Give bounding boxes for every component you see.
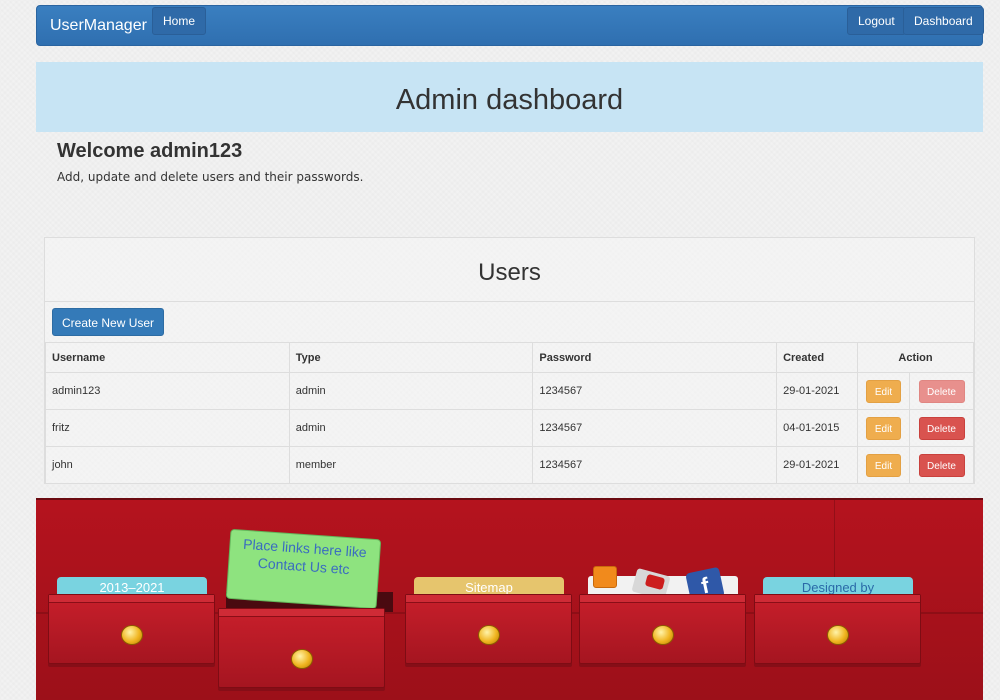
table-row: admin123 admin 1234567 29-01-2021 Edit D…: [45, 372, 974, 410]
users-panel-title: Users: [478, 259, 541, 286]
drawer: [754, 594, 921, 664]
column-header-password: Password: [532, 342, 778, 373]
drawer-knob: [652, 625, 674, 645]
drawer-knob: [121, 625, 143, 645]
users-panel: Users Create New User Username Type Pass…: [44, 237, 975, 484]
table-row: john member 1234567 29-01-2021 Edit Dele…: [45, 446, 974, 484]
column-header-action: Action: [857, 342, 974, 373]
page-title: Admin dashboard: [395, 84, 624, 116]
table-row: fritz admin 1234567 04-01-2015 Edit Dele…: [45, 409, 974, 447]
cell-type: member: [288, 446, 534, 484]
cell-created: 29-01-2021: [776, 446, 859, 484]
drawer-knob: [478, 625, 500, 645]
navbar: UserManager Home Logout Dashboard: [36, 5, 984, 46]
brand-link[interactable]: UserManager: [50, 17, 147, 35]
delete-button[interactable]: Delete: [918, 453, 965, 477]
users-table: Username Type Password Created Action ad…: [45, 342, 974, 484]
cell-delete: Delete: [909, 372, 974, 410]
cell-edit: Edit: [857, 372, 910, 410]
cell-password: 1234567: [532, 409, 778, 447]
cell-edit: Edit: [857, 446, 910, 484]
welcome-description: Add, update and delete users and their p…: [57, 170, 364, 184]
edit-button[interactable]: Edit: [866, 453, 902, 477]
drawer-knob: [827, 625, 849, 645]
drawer: [579, 594, 746, 664]
cell-password: 1234567: [532, 372, 778, 410]
column-header-created: Created: [776, 342, 859, 373]
edit-button[interactable]: Edit: [866, 379, 902, 403]
cell-password: 1234567: [532, 446, 778, 484]
drawer: [405, 594, 572, 664]
cell-created: 04-01-2015: [776, 409, 859, 447]
footer-links-note: Place links here like Contact Us etc: [225, 528, 382, 610]
drawer: [48, 594, 215, 664]
drawer-knob: [291, 649, 313, 669]
nav-dashboard-link[interactable]: Dashboard: [903, 7, 984, 35]
cell-delete: Delete: [909, 409, 974, 447]
edit-button[interactable]: Edit: [866, 416, 902, 440]
hero-banner: Admin dashboard: [36, 62, 983, 132]
cell-username: admin123: [45, 372, 290, 410]
drawer-open: [218, 608, 385, 688]
cell-created: 29-01-2021: [776, 372, 859, 410]
rss-icon[interactable]: [593, 566, 617, 588]
cell-type: admin: [288, 372, 534, 410]
welcome-heading: Welcome admin123: [57, 140, 243, 162]
nav-logout-link[interactable]: Logout: [847, 7, 906, 35]
users-panel-header: Users: [45, 238, 974, 302]
nav-home-link[interactable]: Home: [152, 7, 207, 35]
delete-button[interactable]: Delete: [918, 416, 965, 440]
column-header-username: Username: [45, 342, 290, 373]
column-header-type: Type: [288, 342, 534, 373]
cell-edit: Edit: [857, 409, 910, 447]
cell-username: fritz: [45, 409, 290, 447]
create-user-button[interactable]: Create New User: [52, 308, 165, 336]
delete-button[interactable]: Delete: [918, 379, 965, 403]
cell-username: john: [45, 446, 290, 484]
cell-delete: Delete: [909, 446, 974, 484]
cell-type: admin: [288, 409, 534, 447]
table-header-row: Username Type Password Created Action: [45, 342, 974, 373]
footer-cabinet: 2013–2021 Sitemap Designed by f Place li…: [36, 498, 983, 700]
